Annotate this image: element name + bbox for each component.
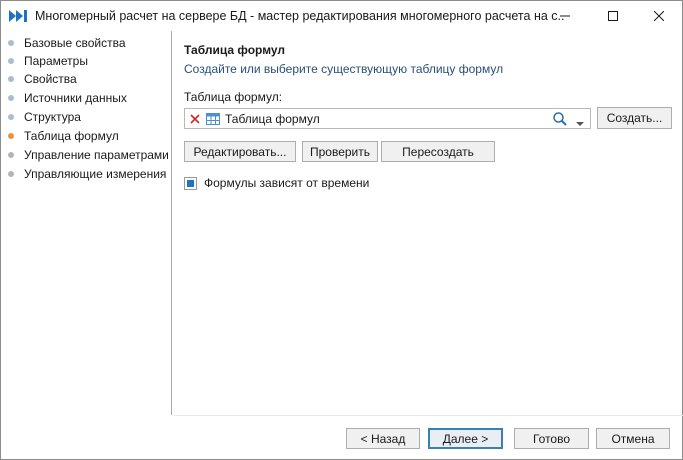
next-button[interactable]: Далее >	[428, 428, 503, 449]
step-control-dimensions[interactable]: Управляющие измерения	[8, 165, 166, 183]
wizard-window: Многомерный расчет на сервере БД - масте…	[0, 0, 683, 460]
step-properties[interactable]: Свойства	[8, 70, 77, 88]
time-dependent-checkbox[interactable]	[184, 176, 197, 190]
step-label: Структура	[24, 110, 81, 124]
cancel-button[interactable]: Отмена	[596, 428, 670, 449]
step-active-dot-icon	[8, 133, 14, 139]
step-done-dot-icon	[8, 76, 14, 82]
clear-icon[interactable]	[188, 112, 202, 126]
footer-divider	[173, 415, 683, 416]
formula-table-combo[interactable]: Таблица формул	[184, 108, 591, 129]
page-title: Таблица формул	[184, 43, 286, 57]
minimize-icon	[560, 15, 570, 17]
step-formula-table[interactable]: Таблица формул	[8, 127, 119, 145]
step-label: Управление параметрами	[24, 148, 169, 162]
maximize-button[interactable]	[590, 1, 636, 31]
step-label: Источники данных	[24, 91, 127, 105]
check-button[interactable]: Проверить	[302, 141, 378, 162]
step-label: Управляющие измерения	[24, 167, 167, 181]
title-bar: Многомерный расчет на сервере БД - масте…	[1, 1, 682, 31]
step-basic-properties[interactable]: Базовые свойства	[8, 34, 126, 52]
close-icon	[654, 11, 664, 21]
maximize-icon	[608, 11, 618, 21]
step-parameters[interactable]: Параметры	[8, 52, 88, 70]
step-done-dot-icon	[8, 40, 14, 46]
step-future-dot-icon	[8, 152, 14, 158]
combo-value: Таблица формул	[225, 111, 320, 126]
chevron-down-icon[interactable]	[576, 116, 584, 126]
step-parameter-management[interactable]: Управление параметрами	[8, 146, 169, 164]
double-arrow-icon	[9, 9, 29, 23]
recreate-button[interactable]: Пересоздать	[381, 141, 495, 162]
step-done-dot-icon	[8, 114, 14, 120]
create-button[interactable]: Создать...	[597, 107, 672, 129]
checkbox-checked-icon	[187, 179, 194, 187]
formula-table-label: Таблица формул:	[184, 90, 283, 104]
step-label: Параметры	[24, 54, 88, 68]
step-structure[interactable]: Структура	[8, 108, 81, 126]
step-future-dot-icon	[8, 171, 14, 177]
step-label: Таблица формул	[24, 129, 119, 143]
done-button[interactable]: Готово	[514, 428, 589, 449]
close-button[interactable]	[636, 1, 682, 31]
step-data-sources[interactable]: Источники данных	[8, 89, 127, 107]
step-done-dot-icon	[8, 58, 14, 64]
time-dependent-option[interactable]: Формулы зависят от времени	[184, 176, 369, 190]
window-title: Многомерный расчет на сервере БД - масте…	[35, 9, 565, 23]
wizard-steps-sidebar: Базовые свойства Параметры Свойства Исто…	[2, 31, 172, 415]
back-button[interactable]: < Назад	[346, 428, 420, 449]
edit-button[interactable]: Редактировать...	[184, 141, 296, 162]
minimize-button[interactable]	[542, 1, 588, 31]
time-dependent-label: Формулы зависят от времени	[204, 176, 370, 190]
table-icon	[206, 112, 220, 125]
step-label: Свойства	[24, 72, 77, 86]
step-label: Базовые свойства	[24, 36, 126, 50]
step-done-dot-icon	[8, 95, 14, 101]
page-description: Создайте или выберите существующую табли…	[184, 62, 504, 76]
search-icon[interactable]	[552, 111, 568, 127]
